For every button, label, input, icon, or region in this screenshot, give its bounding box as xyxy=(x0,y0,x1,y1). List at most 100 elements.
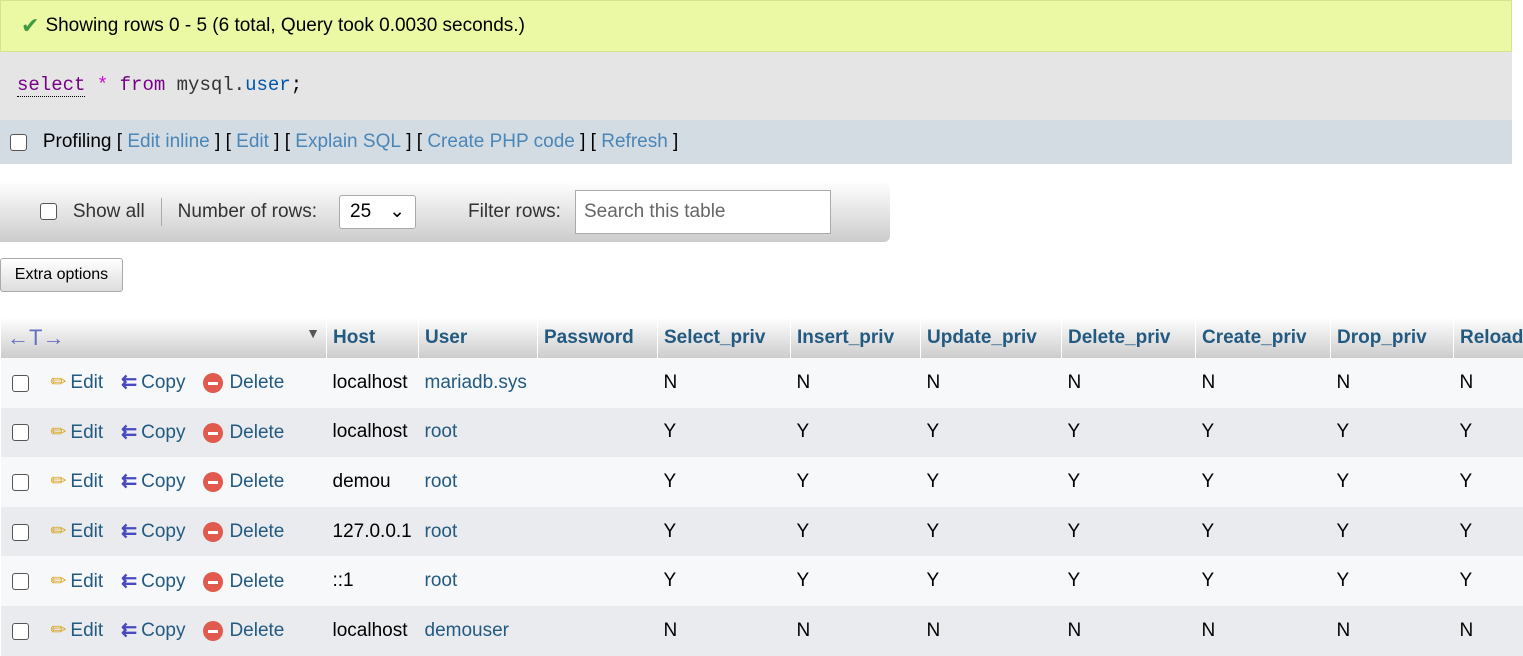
cell-reload[interactable]: N xyxy=(1454,358,1523,408)
explain-sql-link[interactable]: Explain SQL xyxy=(295,131,401,153)
cell-delete_priv[interactable]: N xyxy=(1062,606,1196,656)
row-checkbox[interactable] xyxy=(12,623,29,640)
copy-button[interactable]: ⇇Copy xyxy=(121,471,185,492)
cell-user[interactable]: root xyxy=(419,507,538,557)
cell-reload[interactable]: Y xyxy=(1454,507,1523,557)
cell-create_priv[interactable]: Y xyxy=(1196,457,1331,507)
edit-button[interactable]: ✏Edit xyxy=(51,571,104,592)
edit-button[interactable]: ✏Edit xyxy=(51,521,104,542)
cell-password[interactable] xyxy=(538,358,658,408)
cell-password[interactable] xyxy=(538,408,658,458)
column-header-delete_priv[interactable]: Delete_priv xyxy=(1062,318,1196,358)
cell-drop_priv[interactable]: Y xyxy=(1331,408,1454,458)
cell-delete_priv[interactable]: Y xyxy=(1062,507,1196,557)
profiling-checkbox[interactable] xyxy=(10,134,27,151)
edit-button[interactable]: ✏Edit xyxy=(51,620,104,641)
cell-user[interactable]: root xyxy=(419,556,538,606)
cell-create_priv[interactable]: Y xyxy=(1196,408,1331,458)
cell-create_priv[interactable]: Y xyxy=(1196,556,1331,606)
cell-create_priv[interactable]: N xyxy=(1196,358,1331,408)
cell-select_priv[interactable]: Y xyxy=(658,507,791,557)
column-header-host[interactable]: Host xyxy=(327,318,419,358)
refresh-link[interactable]: Refresh xyxy=(601,131,668,153)
cell-reload[interactable]: Y xyxy=(1454,556,1523,606)
copy-button[interactable]: ⇇Copy xyxy=(121,422,185,443)
cell-delete_priv[interactable]: Y xyxy=(1062,556,1196,606)
column-header-create_priv[interactable]: Create_priv xyxy=(1196,318,1331,358)
delete-button[interactable]: Delete xyxy=(203,422,284,443)
cell-insert_priv[interactable]: Y xyxy=(791,556,921,606)
delete-button[interactable]: Delete xyxy=(203,620,284,641)
extra-options-button[interactable]: Extra options xyxy=(0,258,123,292)
row-checkbox[interactable] xyxy=(12,375,29,392)
rows-select[interactable]: 25⌄ xyxy=(339,195,416,229)
column-header-select_priv[interactable]: Select_priv xyxy=(658,318,791,358)
copy-button[interactable]: ⇇Copy xyxy=(121,521,185,542)
cell-update_priv[interactable]: N xyxy=(921,358,1062,408)
column-header-update_priv[interactable]: Update_priv xyxy=(921,318,1062,358)
row-checkbox[interactable] xyxy=(12,524,29,541)
cell-drop_priv[interactable]: N xyxy=(1331,358,1454,408)
cell-drop_priv[interactable]: Y xyxy=(1331,457,1454,507)
cell-insert_priv[interactable]: Y xyxy=(791,457,921,507)
cell-drop_priv[interactable]: Y xyxy=(1331,556,1454,606)
show-all-checkbox[interactable] xyxy=(40,203,57,220)
delete-button[interactable]: Delete xyxy=(203,571,284,592)
cell-create_priv[interactable]: Y xyxy=(1196,507,1331,557)
cell-insert_priv[interactable]: N xyxy=(791,606,921,656)
cell-reload[interactable]: Y xyxy=(1454,408,1523,458)
create-php-link[interactable]: Create PHP code xyxy=(427,131,575,153)
cell-select_priv[interactable]: Y xyxy=(658,556,791,606)
cell-select_priv[interactable]: N xyxy=(658,358,791,408)
cell-password[interactable] xyxy=(538,457,658,507)
cell-host[interactable]: 127.0.0.1 xyxy=(327,507,419,557)
cell-host[interactable]: localhost xyxy=(327,606,419,656)
cell-password[interactable] xyxy=(538,556,658,606)
row-checkbox[interactable] xyxy=(12,573,29,590)
copy-button[interactable]: ⇇Copy xyxy=(121,571,185,592)
column-arrows-icon[interactable]: ←T→ xyxy=(7,325,64,350)
cell-delete_priv[interactable]: Y xyxy=(1062,457,1196,507)
cell-update_priv[interactable]: Y xyxy=(921,507,1062,557)
filter-input[interactable]: Search this table xyxy=(575,190,831,234)
cell-user[interactable]: root xyxy=(419,457,538,507)
cell-delete_priv[interactable]: Y xyxy=(1062,408,1196,458)
column-header-reload[interactable]: Reload xyxy=(1454,318,1523,358)
column-header-insert_priv[interactable]: Insert_priv xyxy=(791,318,921,358)
copy-button[interactable]: ⇇Copy xyxy=(121,620,185,641)
cell-drop_priv[interactable]: Y xyxy=(1331,507,1454,557)
cell-reload[interactable]: N xyxy=(1454,606,1523,656)
row-checkbox[interactable] xyxy=(12,424,29,441)
cell-insert_priv[interactable]: N xyxy=(791,358,921,408)
column-header-drop_priv[interactable]: Drop_priv xyxy=(1331,318,1454,358)
edit-button[interactable]: ✏Edit xyxy=(51,372,104,393)
cell-select_priv[interactable]: N xyxy=(658,606,791,656)
delete-button[interactable]: Delete xyxy=(203,372,284,393)
copy-button[interactable]: ⇇Copy xyxy=(121,372,185,393)
edit-link[interactable]: Edit xyxy=(236,131,269,153)
cell-reload[interactable]: Y xyxy=(1454,457,1523,507)
cell-insert_priv[interactable]: Y xyxy=(791,507,921,557)
edit-button[interactable]: ✏Edit xyxy=(51,471,104,492)
cell-password[interactable] xyxy=(538,507,658,557)
column-header-password[interactable]: Password xyxy=(538,318,658,358)
cell-user[interactable]: mariadb.sys xyxy=(419,358,538,408)
row-checkbox[interactable] xyxy=(12,474,29,491)
cell-user[interactable]: root xyxy=(419,408,538,458)
sort-dropdown-icon[interactable]: ▼ xyxy=(306,325,320,341)
edit-button[interactable]: ✏Edit xyxy=(51,422,104,443)
cell-update_priv[interactable]: Y xyxy=(921,408,1062,458)
cell-host[interactable]: demou xyxy=(327,457,419,507)
cell-delete_priv[interactable]: N xyxy=(1062,358,1196,408)
cell-select_priv[interactable]: Y xyxy=(658,408,791,458)
cell-user[interactable]: demouser xyxy=(419,606,538,656)
cell-update_priv[interactable]: N xyxy=(921,606,1062,656)
cell-password[interactable] xyxy=(538,606,658,656)
cell-select_priv[interactable]: Y xyxy=(658,457,791,507)
edit-inline-link[interactable]: Edit inline xyxy=(127,131,209,153)
column-header-user[interactable]: User xyxy=(419,318,538,358)
cell-update_priv[interactable]: Y xyxy=(921,457,1062,507)
cell-update_priv[interactable]: Y xyxy=(921,556,1062,606)
cell-host[interactable]: ::1 xyxy=(327,556,419,606)
cell-host[interactable]: localhost xyxy=(327,408,419,458)
